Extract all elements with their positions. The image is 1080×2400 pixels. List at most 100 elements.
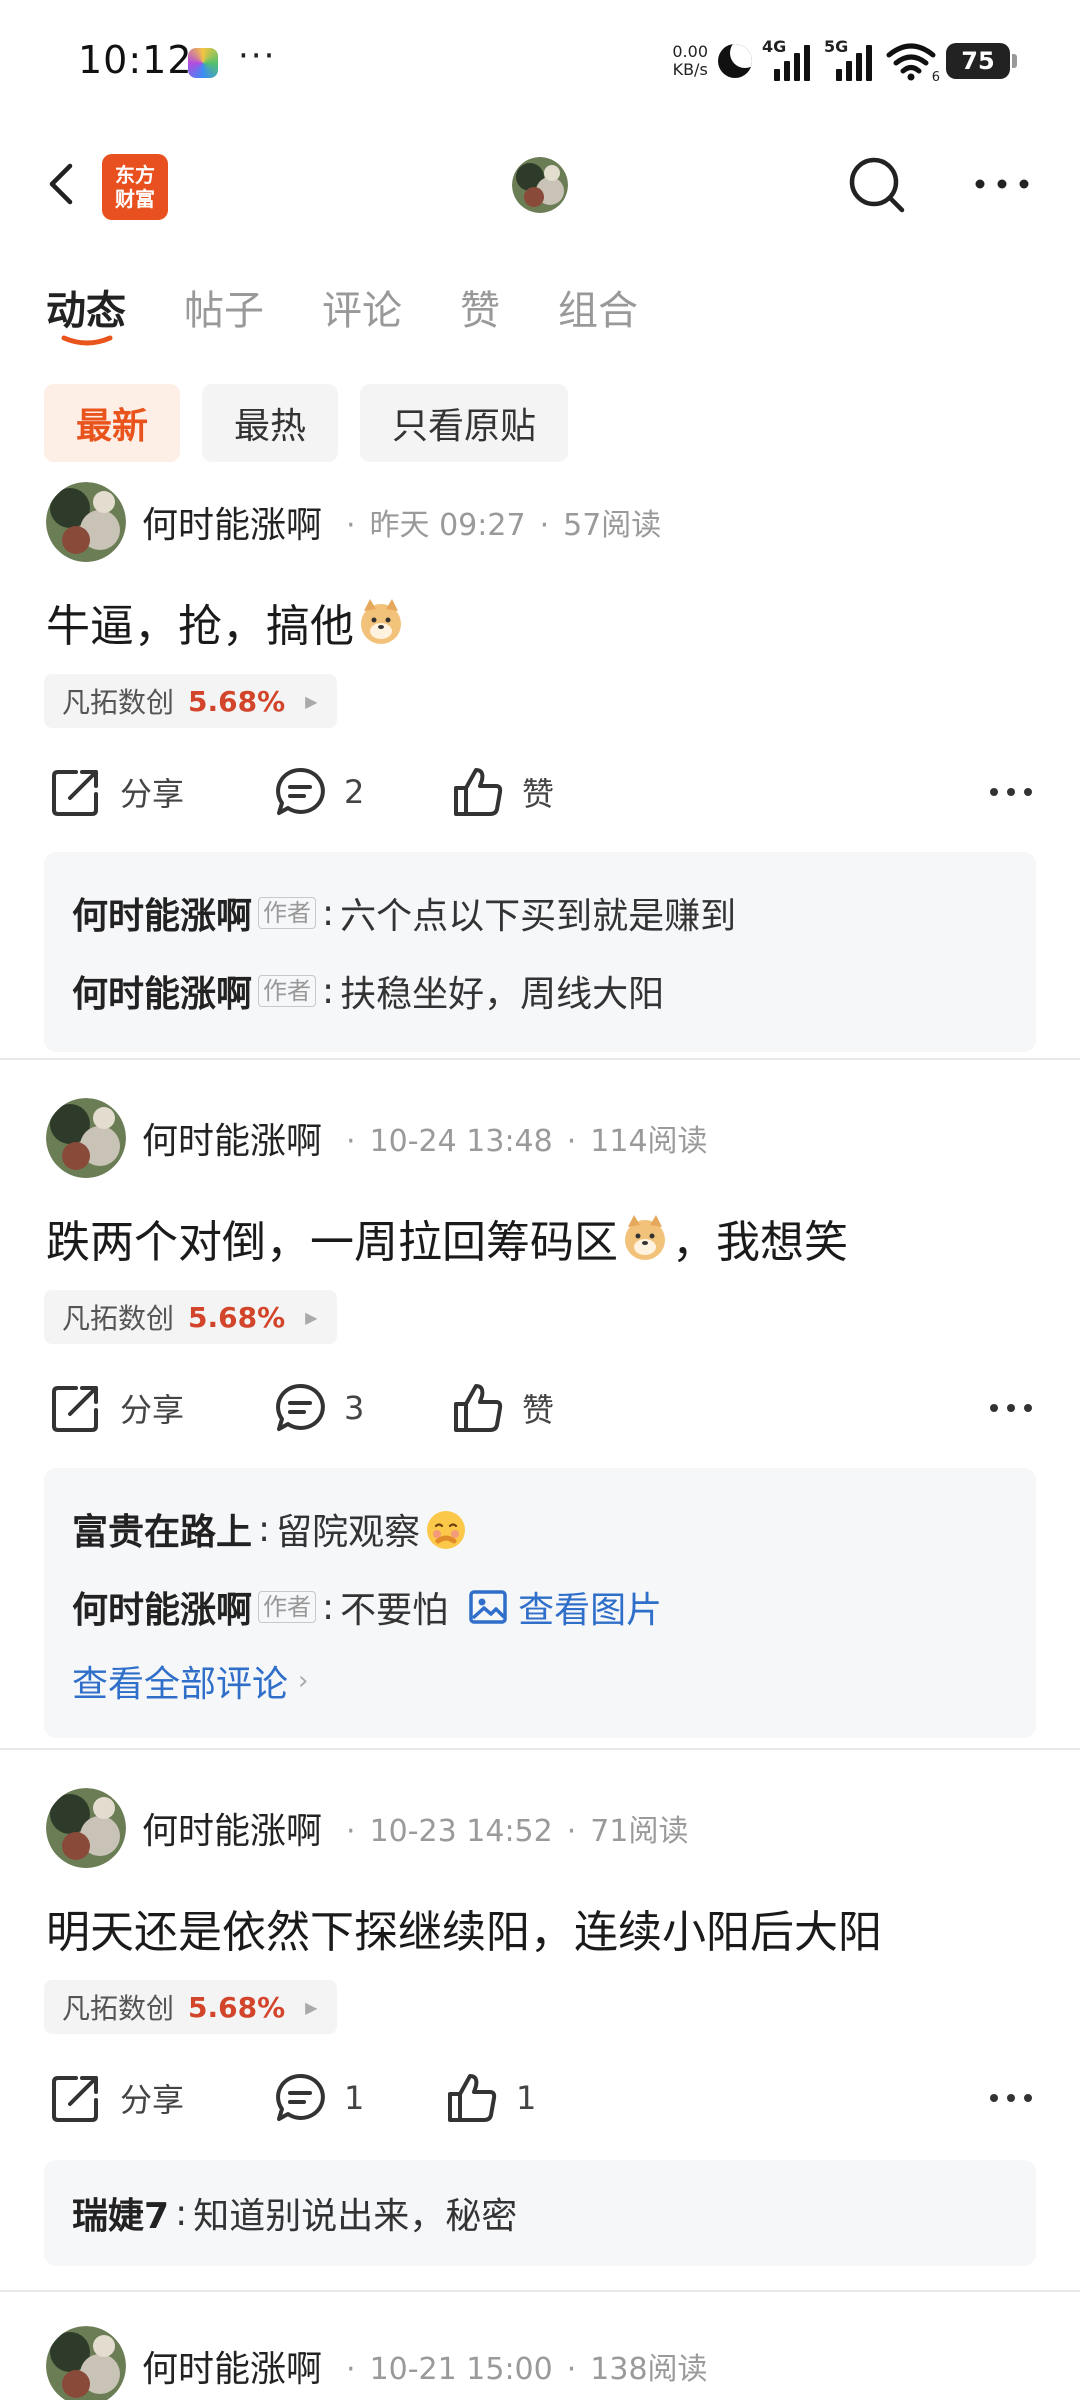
share-button[interactable]: 分享 [50,2063,184,2133]
author-name[interactable]: 何时能涨啊 [142,2340,322,2392]
filter-hottest[interactable]: 最热 [202,384,339,462]
author-avatar[interactable] [46,1098,126,1178]
commenter-name[interactable]: 何时能涨啊 [72,887,252,939]
tab-comments[interactable]: 评论 [322,278,402,336]
commenter-name[interactable]: 富贵在路上 [72,1503,252,1555]
post-more-icon[interactable] [988,1395,1034,1421]
comment-preview[interactable]: 瑞婕7 : 知道别说出来，秘密 [44,2160,1036,2266]
logo-line-2: 财富 [115,187,155,211]
filter-original-only[interactable]: 只看原贴 [360,384,569,462]
post-more-icon[interactable] [988,2085,1034,2111]
comment-count: 3 [344,1389,365,1427]
chevron-right-icon: › [298,1666,309,1696]
tab-posts[interactable]: 帖子 [184,278,264,336]
wifi-sub-label: 6 [931,70,940,85]
post-header: 何时能涨啊 · 10-24 13:48 · 114阅读 [46,1096,708,1180]
wifi-icon: 6 [886,41,940,85]
comment-button[interactable]: 1 [274,2063,364,2133]
comment-text: 扶稳坐好，周线大阳 [340,974,665,1015]
stock-arrow-icon: ▶ [305,1997,318,2017]
like-button[interactable]: 赞 [452,757,554,827]
stock-arrow-icon: ▶ [305,1307,318,1327]
post-reads: 71阅读 [590,1814,689,1849]
post-meta: · 10-23 14:52 · 71阅读 [346,1814,689,1849]
stock-tag[interactable]: 凡拓数创 5.68% ▶ [44,674,338,728]
view-all-comments-link[interactable]: 查看全部评论 › [72,1646,1008,1716]
post-actions: 分享 2 赞 [0,757,1080,827]
battery-icon: 75 [946,43,1017,79]
share-label: 分享 [120,1391,185,1429]
thumbs-up-icon [448,2074,497,2122]
network-speed-unit: KB/s [672,60,708,79]
post-meta: · 昨天 09:27 · 57阅读 [346,508,662,543]
eastmoney-logo[interactable]: 东方 财富 [102,154,168,220]
share-button[interactable]: 分享 [50,757,184,827]
stock-tag[interactable]: 凡拓数创 5.68% ▶ [44,1290,338,1344]
active-tab-indicator [61,335,113,346]
comment-preview[interactable]: 富贵在路上 : 留院观察 何时能涨啊 作者 : 不要怕 查看图片 查看全部评论 … [44,1468,1036,1738]
comment-icon [276,1383,325,1431]
author-avatar[interactable] [46,1788,126,1868]
post-meta: · 10-21 15:00 · 138阅读 [346,2352,708,2387]
post-header: 何时能涨啊 · 10-21 15:00 · 138阅读 [46,2324,708,2400]
tab-likes[interactable]: 赞 [460,278,500,336]
post-time: 10-21 15:00 [369,2352,553,2387]
post-actions: 分享 3 赞 [0,1373,1080,1443]
post-meta: · 10-24 13:48 · 114阅读 [346,1124,708,1159]
author-avatar[interactable] [46,482,126,562]
comment-icon [276,767,325,815]
author-avatar[interactable] [46,2326,126,2400]
post-reads: 138阅读 [590,2352,708,2387]
author-badge: 作者 [258,1591,317,1623]
logo-line-1: 东方 [115,163,155,187]
commenter-name[interactable]: 瑞婕7 [72,2187,169,2239]
post-divider [0,1748,1080,1750]
stock-change: 5.68% [188,684,286,718]
comment-item: 富贵在路上 : 留院观察 [72,1490,1008,1568]
post-more-icon[interactable] [988,779,1034,805]
back-arrow-icon[interactable] [42,162,86,206]
profile-avatar[interactable] [512,157,568,213]
share-button[interactable]: 分享 [50,1373,184,1443]
tab-portfolio[interactable]: 组合 [558,278,638,336]
filter-latest[interactable]: 最新 [44,384,181,462]
comment-text: 六个点以下买到就是赚到 [340,896,737,937]
author-badge: 作者 [258,897,317,929]
network-speed: 0.00 KB/s [672,43,708,79]
view-image-link[interactable]: 查看图片 [468,1581,662,1633]
status-time: 10:12 [78,38,193,82]
tab-bar: 动态 帖子 评论 赞 组合 [46,278,696,336]
post-text-tail: ，我想笑 [672,1217,848,1268]
doge-emoji-icon [625,1215,665,1260]
stock-tag[interactable]: 凡拓数创 5.68% ▶ [44,1980,338,2034]
commenter-name[interactable]: 何时能涨啊 [72,1581,252,1633]
post-text-main: 跌两个对倒，一周拉回筹码区 [46,1217,618,1268]
post-text[interactable]: 明天还是依然下探继续阳，连续小阳后大阳 [46,1896,882,1960]
cellular-4g-icon: 4G [762,37,814,81]
comment-button[interactable]: 3 [274,1373,364,1443]
comment-preview[interactable]: 何时能涨啊 作者 : 六个点以下买到就是赚到 何时能涨啊 作者 : 扶稳坐好，周… [44,852,1036,1052]
comment-icon [276,2073,325,2121]
like-button[interactable]: 1 [446,2063,536,2133]
post-divider [0,1058,1080,1060]
image-icon [469,1590,507,1624]
commenter-name[interactable]: 何时能涨啊 [72,965,252,1017]
comment-item: 何时能涨啊 作者 : 六个点以下买到就是赚到 [72,874,1008,952]
post-text-main: 明天还是依然下探继续阳，连续小阳后大阳 [46,1907,882,1958]
more-options-icon[interactable] [970,164,1034,204]
comment-item: 何时能涨啊 作者 : 不要怕 查看图片 [72,1568,1008,1646]
post-divider [0,2290,1080,2292]
author-name[interactable]: 何时能涨啊 [142,1112,322,1164]
like-button[interactable]: 赞 [452,1373,554,1443]
post-header: 何时能涨啊 · 10-23 14:52 · 71阅读 [46,1786,688,1870]
search-icon[interactable] [844,152,910,218]
post-text[interactable]: 牛逼，抢，搞他 [46,590,408,654]
author-name[interactable]: 何时能涨啊 [142,1802,322,1854]
cellular-5g-icon: 5G [824,37,876,81]
tab-dynamics[interactable]: 动态 [46,278,126,336]
comment-button[interactable]: 2 [274,757,364,827]
like-label: 赞 [522,1391,555,1429]
top-nav: 东方 财富 [0,140,1080,230]
author-name[interactable]: 何时能涨啊 [142,496,322,548]
post-text[interactable]: 跌两个对倒，一周拉回筹码区 ，我想笑 [46,1206,848,1270]
